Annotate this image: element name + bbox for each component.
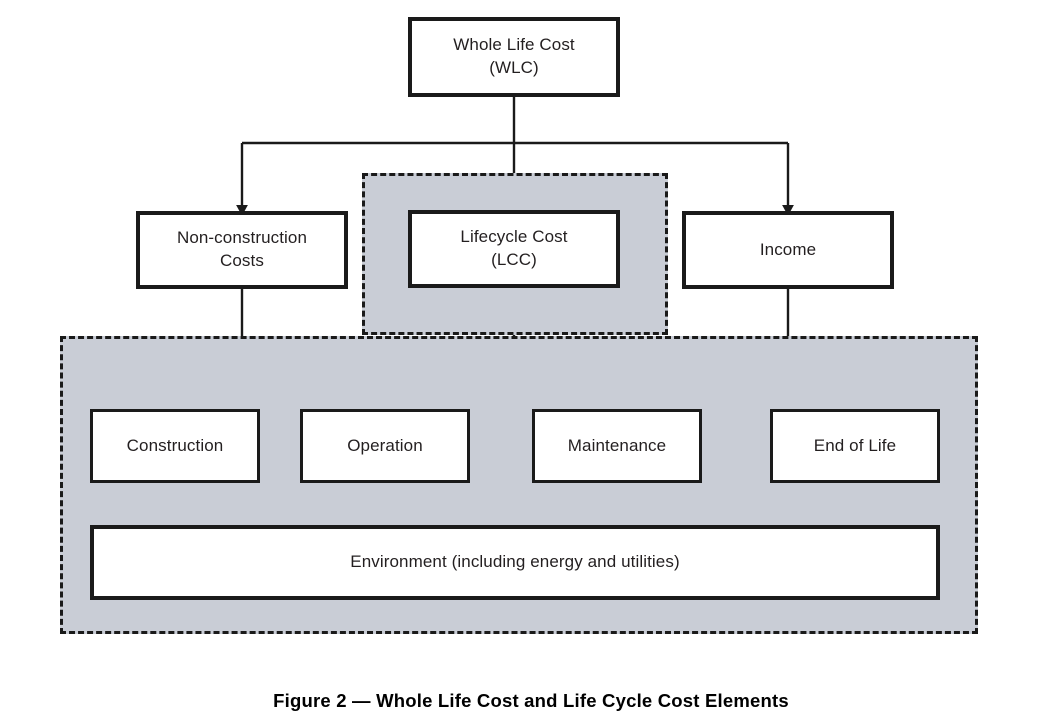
node-construction[interactable]: Construction — [90, 409, 260, 483]
node-lifecycle-cost[interactable]: Lifecycle Cost (LCC) — [408, 210, 620, 288]
node-non-construction-costs[interactable]: Non-construction Costs — [136, 211, 348, 289]
figure-diagram: Whole Life Cost (WLC) Non-construction C… — [0, 0, 1062, 726]
node-end-of-life[interactable]: End of Life — [770, 409, 940, 483]
node-environment[interactable]: Environment (including energy and utilit… — [90, 525, 940, 600]
node-income[interactable]: Income — [682, 211, 894, 289]
node-maintenance[interactable]: Maintenance — [532, 409, 702, 483]
node-whole-life-cost[interactable]: Whole Life Cost (WLC) — [408, 17, 620, 97]
figure-caption: Figure 2 — Whole Life Cost and Life Cycl… — [273, 690, 789, 711]
node-operation[interactable]: Operation — [300, 409, 470, 483]
